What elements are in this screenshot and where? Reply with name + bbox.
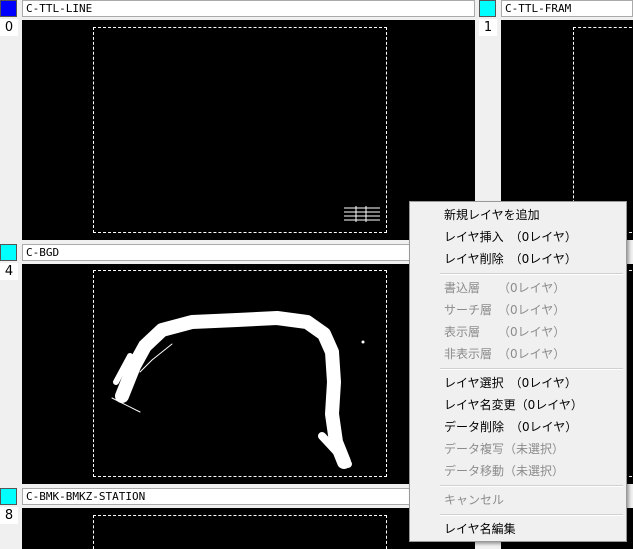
- menu-item-edit-layer-name[interactable]: レイヤ名編集: [444, 519, 516, 539]
- menu-item-insert-layer[interactable]: レイヤ挿入 （0レイヤ）: [444, 227, 577, 247]
- menu-item-write-layer[interactable]: 書込層 （0レイヤ）: [444, 278, 565, 298]
- layer-cell-8[interactable]: 8 C-BMK-BMKZ-STATION: [0, 488, 475, 549]
- menu-item-cancel[interactable]: キャンセル: [444, 490, 504, 510]
- layer-number: 1: [479, 19, 497, 36]
- layer-color-swatch[interactable]: [0, 0, 17, 17]
- layer-name: C-TTL-LINE: [22, 0, 475, 17]
- drawing-frame: [93, 27, 387, 233]
- menu-item-show-layer[interactable]: 表示層 （0レイヤ）: [444, 322, 565, 342]
- map-point: [361, 340, 365, 344]
- menu-item-add-layer[interactable]: 新規レイヤを追加: [444, 205, 540, 225]
- menu-item-move-data[interactable]: データ移動（未選択）: [444, 461, 564, 481]
- layer-number: 0: [0, 19, 18, 36]
- layer-preview[interactable]: [22, 508, 475, 549]
- layer-preview[interactable]: [22, 264, 475, 484]
- menu-item-select-layer[interactable]: レイヤ選択 （0レイヤ）: [444, 373, 577, 393]
- menu-separator: [440, 368, 623, 370]
- layer-number: 8: [0, 507, 18, 524]
- background-map-drawing: [111, 311, 365, 469]
- menu-item-delete-layer[interactable]: レイヤ削除 （0レイヤ）: [444, 249, 577, 269]
- layer-context-menu: 新規レイヤを追加 レイヤ挿入 （0レイヤ） レイヤ削除 （0レイヤ） 書込層 （…: [409, 201, 627, 542]
- layer-name: C-TTL-FRAM: [501, 0, 633, 17]
- menu-item-hide-layer[interactable]: 非表示層 （0レイヤ）: [444, 344, 565, 364]
- menu-item-copy-data[interactable]: データ複写（未選択）: [444, 439, 564, 459]
- layer-color-swatch[interactable]: [479, 0, 496, 17]
- menu-item-search-layer[interactable]: サーチ層 （0レイヤ）: [444, 300, 565, 320]
- layer-color-swatch[interactable]: [0, 488, 17, 505]
- layer-cell-4[interactable]: 4 C-BGD: [0, 244, 475, 484]
- menu-separator: [440, 485, 623, 487]
- menu-item-rename-layer[interactable]: レイヤ名変更（0レイヤ）: [444, 395, 583, 415]
- layer-name: C-BMK-BMKZ-STATION: [22, 488, 475, 505]
- menu-separator: [440, 273, 623, 275]
- menu-separator: [440, 514, 623, 516]
- title-block-lines: [344, 206, 380, 222]
- layer-cell-0[interactable]: 0 C-TTL-LINE: [0, 0, 475, 240]
- layer-name: C-BGD: [22, 244, 475, 261]
- layer-color-swatch[interactable]: [0, 244, 17, 261]
- menu-item-delete-data[interactable]: データ削除 （0レイヤ）: [444, 417, 577, 437]
- drawing-frame: [93, 515, 387, 549]
- layer-number: 4: [0, 263, 18, 280]
- layer-preview[interactable]: [22, 20, 475, 240]
